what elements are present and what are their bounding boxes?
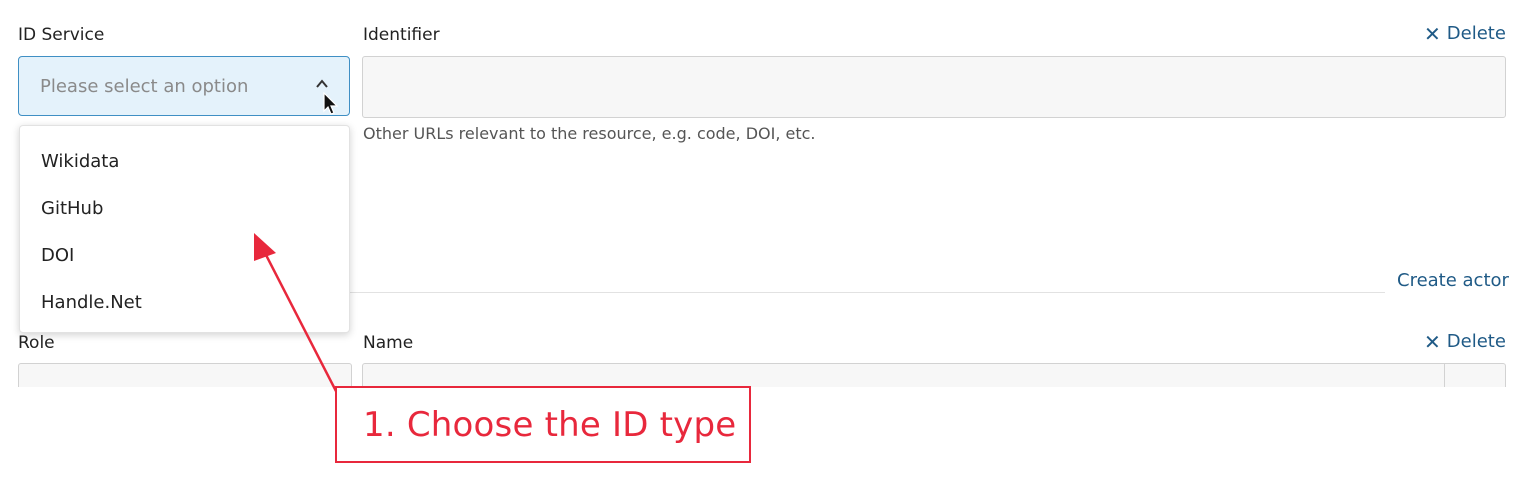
option-wikidata[interactable]: Wikidata <box>20 138 349 185</box>
delete-label: Delete <box>1446 331 1506 352</box>
identifier-input[interactable] <box>362 56 1506 118</box>
name-label: Name <box>363 333 414 353</box>
create-actor-link[interactable]: Create actor <box>1397 270 1509 291</box>
id-service-label: ID Service <box>18 25 105 45</box>
crop-mask <box>0 387 1539 487</box>
identifier-label: Identifier <box>363 25 440 45</box>
delete-actor-button[interactable]: ✕ Delete <box>1424 330 1506 354</box>
annotation-arrow <box>254 233 340 396</box>
delete-label: Delete <box>1446 23 1506 44</box>
chevron-up-icon <box>316 79 328 88</box>
section-divider <box>350 292 1385 293</box>
delete-identifier-button[interactable]: ✕ Delete <box>1424 22 1506 46</box>
callout-text: 1. Choose the ID type <box>363 404 737 445</box>
mouse-cursor-icon <box>323 92 339 115</box>
close-icon: ✕ <box>1424 330 1441 354</box>
annotation-callout: 1. Choose the ID type <box>335 386 751 463</box>
role-label: Role <box>18 333 55 353</box>
identifier-help-text: Other URLs relevant to the resource, e.g… <box>363 124 816 143</box>
id-service-select[interactable]: Please select an option <box>18 56 350 116</box>
close-icon: ✕ <box>1424 22 1441 46</box>
select-placeholder: Please select an option <box>40 75 249 97</box>
